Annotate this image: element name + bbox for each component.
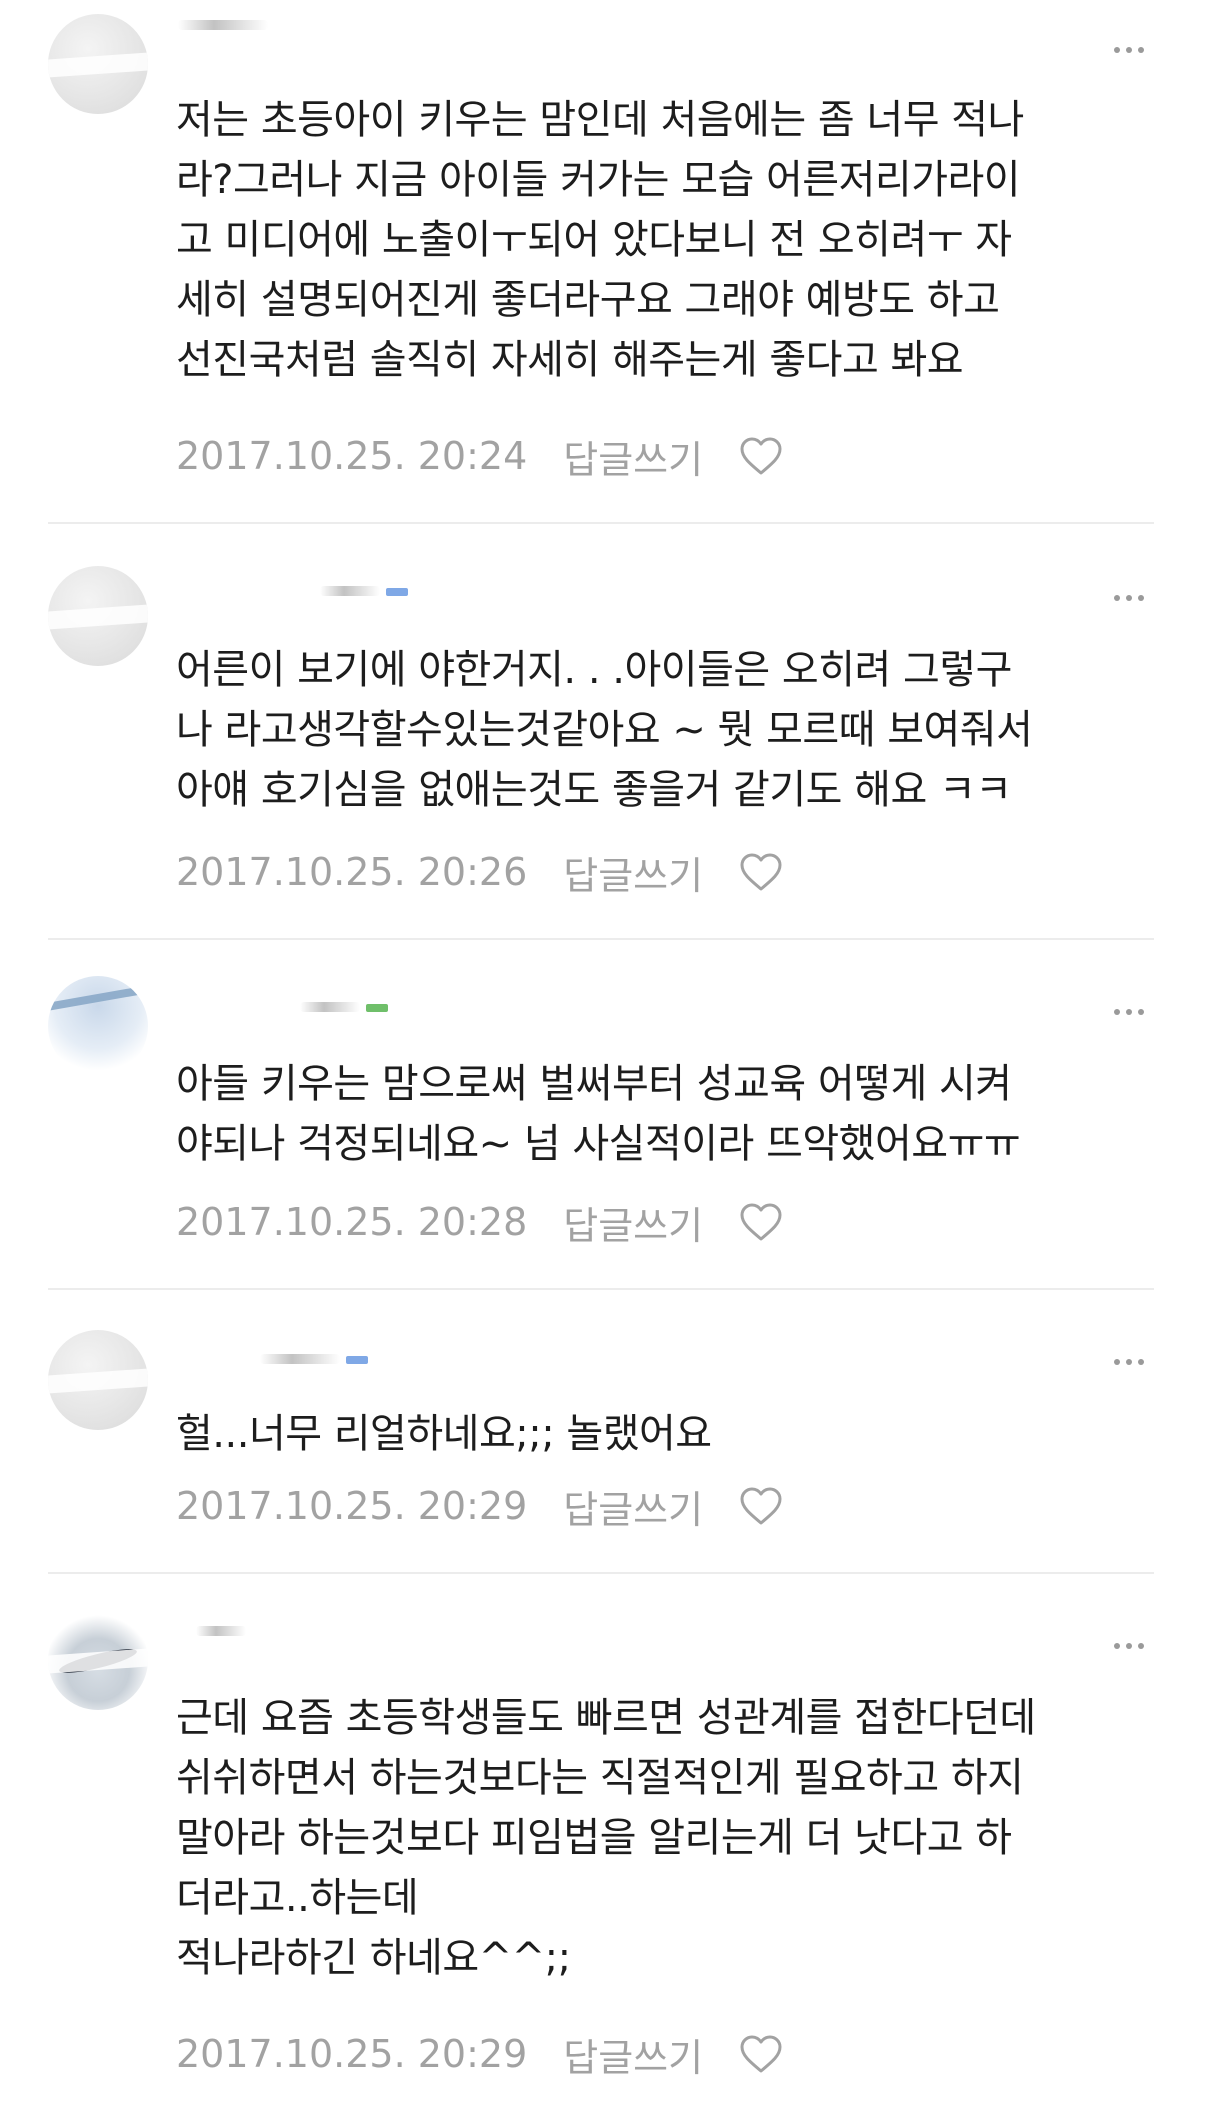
comment-timestamp: 2017.10.25. 20:28 [176, 1200, 528, 1244]
divider [48, 938, 1154, 940]
comment-text: 아들 키우는 맘으로써 벌써부터 성교육 어떻게 시켜 야되나 걱정되네요~ 넘… [176, 1061, 1021, 1167]
more-options-icon[interactable] [1104, 1000, 1144, 1024]
avatar[interactable] [48, 14, 148, 114]
divider [48, 522, 1154, 524]
more-options-icon[interactable] [1104, 586, 1144, 610]
comment-timestamp: 2017.10.25. 20:26 [176, 850, 528, 894]
comment-text: 저는 초등아이 키우는 맘인데 처음에는 좀 너무 적나 라?그러나 지금 아이… [176, 97, 1024, 383]
comment-meta: 2017.10.25. 20:24 답글쓰기 [176, 428, 783, 484]
divider [48, 1572, 1154, 1574]
comment-meta: 2017.10.25. 20:29 답글쓰기 [176, 1478, 783, 1534]
comment-text: 헐...너무 리얼하네요;;; 놀랬어요 [176, 1411, 712, 1457]
comment-meta: 2017.10.25. 20:28 답글쓰기 [176, 1194, 783, 1250]
more-options-icon[interactable] [1104, 38, 1144, 62]
nickname[interactable] [300, 1000, 420, 1020]
nickname[interactable] [178, 18, 298, 38]
avatar[interactable] [48, 1610, 148, 1710]
heart-icon[interactable] [739, 2034, 783, 2074]
avatar[interactable] [48, 976, 148, 1076]
avatar[interactable] [48, 566, 148, 666]
heart-icon[interactable] [739, 1486, 783, 1526]
reply-button[interactable]: 답글쓰기 [563, 429, 703, 484]
comment-text: 근데 요즘 초등학생들도 빠르면 성관계를 접한다던데 쉬쉬하면서 하는것보다는… [176, 1695, 1036, 1981]
reply-button[interactable]: 답글쓰기 [563, 1195, 703, 1250]
comment-timestamp: 2017.10.25. 20:24 [176, 434, 528, 478]
reply-button[interactable]: 답글쓰기 [563, 845, 703, 900]
comment-meta: 2017.10.25. 20:26 답글쓰기 [176, 844, 783, 900]
avatar[interactable] [48, 1330, 148, 1430]
comment-text: 어른이 보기에 야한거지. . .아이들은 오히려 그렇구 나 라고생각할수있는… [176, 647, 1033, 813]
more-options-icon[interactable] [1104, 1634, 1144, 1658]
nickname[interactable] [260, 1352, 380, 1372]
reply-button[interactable]: 답글쓰기 [563, 1479, 703, 1534]
heart-icon[interactable] [739, 852, 783, 892]
nickname[interactable] [320, 584, 440, 604]
reply-button[interactable]: 답글쓰기 [563, 2027, 703, 2082]
comment-timestamp: 2017.10.25. 20:29 [176, 1484, 528, 1528]
heart-icon[interactable] [739, 436, 783, 476]
divider [48, 1288, 1154, 1290]
more-options-icon[interactable] [1104, 1350, 1144, 1374]
comment-meta: 2017.10.25. 20:29 답글쓰기 [176, 2026, 783, 2082]
heart-icon[interactable] [739, 1202, 783, 1242]
nickname[interactable] [196, 1624, 316, 1644]
comment-timestamp: 2017.10.25. 20:29 [176, 2032, 528, 2076]
